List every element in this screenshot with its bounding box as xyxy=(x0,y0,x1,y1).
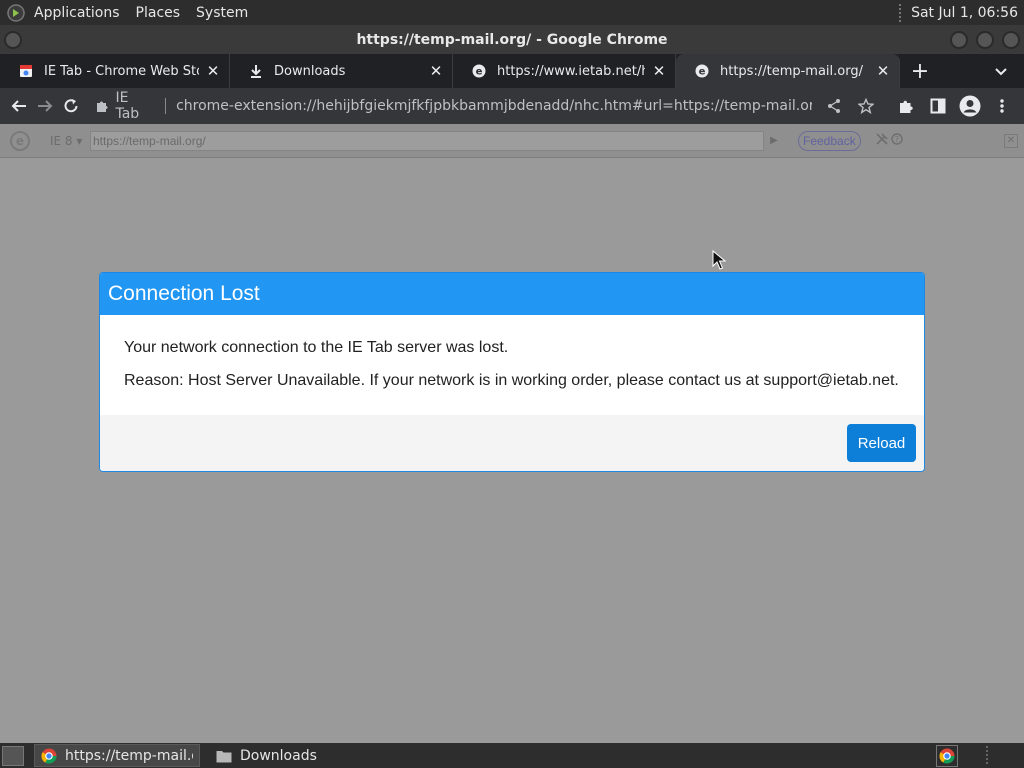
tab-chrome-web-store[interactable]: IE Tab - Chrome Web Store ✕ xyxy=(0,54,230,88)
tray-chrome-icon[interactable] xyxy=(936,745,958,767)
dialog-footer: Reload xyxy=(100,415,924,471)
share-icon[interactable] xyxy=(818,90,850,122)
feedback-button[interactable]: Feedback xyxy=(798,130,861,151)
minimize-button[interactable] xyxy=(950,31,968,49)
taskbar-grip xyxy=(986,746,988,764)
puzzle-piece-icon xyxy=(95,99,109,113)
maximize-button[interactable] xyxy=(976,31,994,49)
address-bar[interactable]: IE Tab chrome-extension://hehijbfgiekmjf… xyxy=(89,90,812,122)
top-panel: Applications Places System Sat Jul 1, 06… xyxy=(0,0,1024,25)
dialog-message: Your network connection to the IE Tab se… xyxy=(124,339,509,356)
ie-address-input[interactable]: https://temp-mail.org/ xyxy=(90,130,764,151)
ie-logo-icon[interactable]: e xyxy=(10,130,30,151)
tab-label: https://temp-mail.org/ xyxy=(720,63,863,79)
bottom-taskbar: https://temp-mail.o... Downloads xyxy=(0,743,1024,768)
ie-tab-icon: e xyxy=(694,63,710,79)
chrome-web-store-icon xyxy=(18,63,34,79)
close-ietab-bar-icon[interactable]: ✕ xyxy=(1004,133,1018,148)
close-tab-icon[interactable]: ✕ xyxy=(875,62,891,80)
ie-version-select[interactable]: IE 8 ▾ xyxy=(50,134,90,148)
svg-text:?: ? xyxy=(895,135,899,144)
extensions-puzzle-icon[interactable] xyxy=(890,90,922,122)
folder-icon xyxy=(216,748,232,764)
profile-avatar-icon[interactable] xyxy=(954,90,986,122)
taskbar-item-chrome[interactable]: https://temp-mail.o... xyxy=(34,744,200,767)
tab-ietab-host[interactable]: e https://www.ietab.net/hoste ✕ xyxy=(453,54,676,88)
bookmark-star-icon[interactable] xyxy=(850,90,882,122)
taskbar-item-label: https://temp-mail.o... xyxy=(65,747,193,764)
applications-menu[interactable]: Applications xyxy=(26,5,128,21)
ie-tab-icon: e xyxy=(471,63,487,79)
gnome-logo-icon[interactable] xyxy=(6,3,26,23)
omnibox-divider xyxy=(165,98,167,114)
panel-grip xyxy=(899,3,903,22)
forward-arrow-icon[interactable] xyxy=(32,90,58,122)
tab-label: IE Tab - Chrome Web Store xyxy=(44,63,199,79)
dialog-reason: Reason: Host Server Unavailable. If your… xyxy=(124,372,899,389)
close-tab-icon[interactable]: ✕ xyxy=(651,62,667,80)
connection-lost-dialog: Connection Lost Your network connection … xyxy=(99,272,925,472)
go-arrow-icon[interactable]: ▶ xyxy=(764,135,784,146)
window-titlebar[interactable]: https://temp-mail.org/ - Google Chrome xyxy=(0,25,1024,54)
dialog-title: Connection Lost xyxy=(100,273,924,315)
tab-label: Downloads xyxy=(274,63,346,79)
more-menu-icon[interactable] xyxy=(986,90,1018,122)
chrome-icon xyxy=(41,748,57,764)
browser-toolbar: IE Tab chrome-extension://hehijbfgiekmjf… xyxy=(0,88,1024,124)
places-menu[interactable]: Places xyxy=(128,5,189,21)
close-window-button[interactable] xyxy=(1002,31,1020,49)
close-tab-icon[interactable]: ✕ xyxy=(205,62,221,80)
tools-wrench-icon[interactable]: ? xyxy=(875,132,905,149)
tab-label: https://www.ietab.net/hoste xyxy=(497,63,645,79)
reload-button[interactable]: Reload xyxy=(847,424,916,462)
extension-label: IE Tab xyxy=(115,90,140,122)
back-arrow-icon[interactable] xyxy=(6,90,32,122)
close-tab-icon[interactable]: ✕ xyxy=(428,62,444,80)
tab-strip: IE Tab - Chrome Web Store ✕ Downloads ✕ … xyxy=(0,54,1024,88)
taskbar-item-label: Downloads xyxy=(240,747,317,764)
download-icon xyxy=(248,63,264,79)
mouse-pointer-icon xyxy=(712,249,727,274)
omnibox-extension-chip[interactable]: IE Tab xyxy=(95,90,155,122)
show-desktop-icon[interactable] xyxy=(2,745,24,766)
reload-icon[interactable] xyxy=(58,90,84,122)
side-panel-icon[interactable] xyxy=(922,90,954,122)
taskbar-item-downloads[interactable]: Downloads xyxy=(210,744,323,767)
window-title: https://temp-mail.org/ - Google Chrome xyxy=(356,31,668,48)
svg-text:e: e xyxy=(476,67,483,78)
url-text[interactable]: chrome-extension://hehijbfgiekmjfkfjpbkb… xyxy=(176,98,812,114)
tab-temp-mail[interactable]: e https://temp-mail.org/ ✕ xyxy=(676,54,900,88)
tab-downloads[interactable]: Downloads ✕ xyxy=(230,54,453,88)
new-tab-plus-icon[interactable]: + xyxy=(900,54,940,88)
window-menu-button[interactable] xyxy=(4,31,22,49)
tab-search-chevron-down-icon[interactable] xyxy=(986,54,1016,88)
system-menu[interactable]: System xyxy=(188,5,256,21)
dialog-body: Your network connection to the IE Tab se… xyxy=(100,315,924,417)
ietab-toolbar: e IE 8 ▾ https://temp-mail.org/ ▶ Feedba… xyxy=(0,124,1024,158)
svg-text:e: e xyxy=(699,67,706,78)
clock[interactable]: Sat Jul 1, 06:56 xyxy=(911,5,1024,21)
